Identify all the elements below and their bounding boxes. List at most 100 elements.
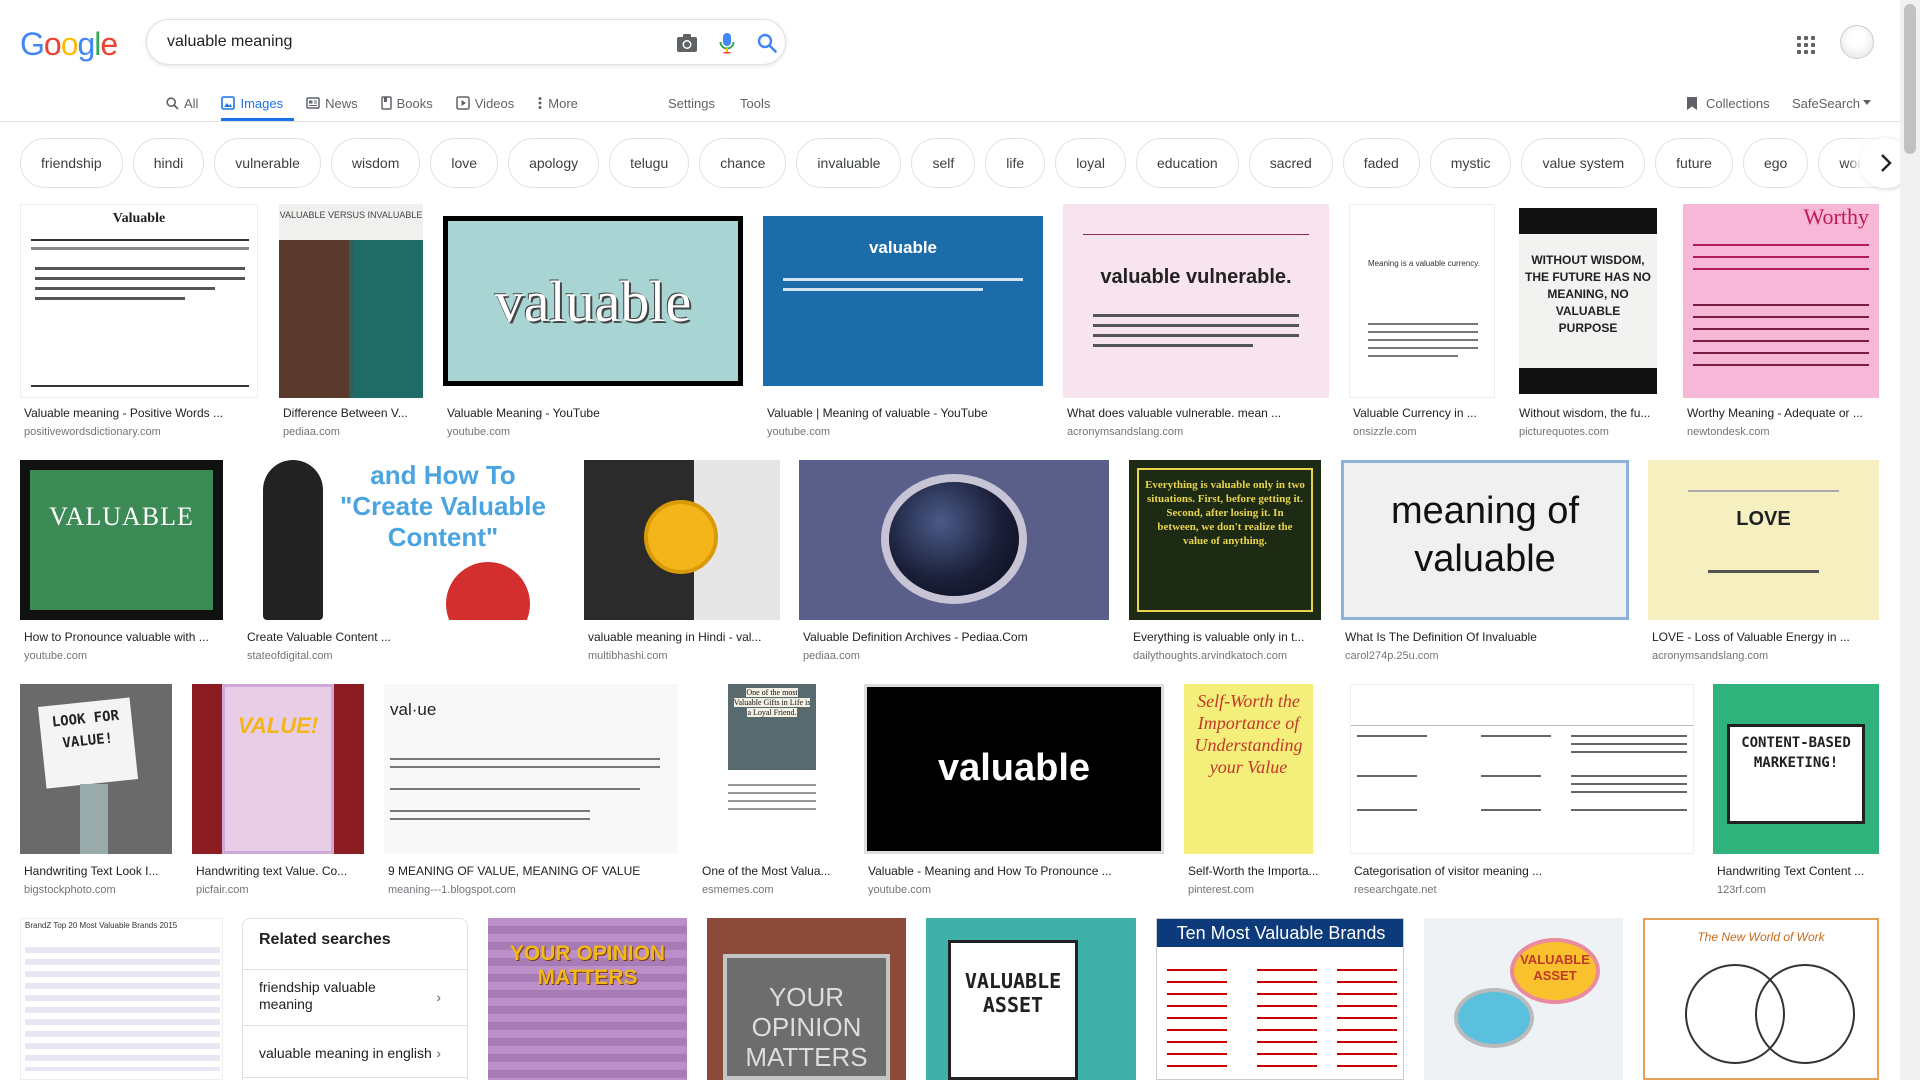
scrollbar-thumb[interactable] — [1904, 4, 1916, 154]
thumb-text: valuable — [868, 238, 938, 257]
image-result[interactable]: Meaning is a valuable currency. Valuable… — [1349, 204, 1495, 444]
thumb-text: Valuable — [112, 211, 166, 226]
image-result[interactable]: Categorisation of visitor meaning ... re… — [1350, 684, 1694, 898]
image-result[interactable]: Worthy Worthy Meaning - Adequate or ... … — [1683, 204, 1879, 444]
tab-images[interactable]: Images — [221, 88, 295, 121]
image-result[interactable]: valuable Valuable | Meaning of valuable … — [763, 204, 1043, 444]
image-result[interactable]: Valuable Valuable meaning - Positive Wor… — [20, 204, 258, 444]
chevron-right-icon: › — [436, 989, 441, 1005]
image-result[interactable]: meaning of valuable What Is The Definiti… — [1341, 460, 1629, 668]
result-source: youtube.com — [868, 884, 931, 896]
result-caption: Valuable Definition Archives - Pediaa.Co… — [803, 630, 1028, 644]
image-result[interactable]: YOUR OPINION MATTERS — [488, 918, 687, 1080]
result-source: dailythoughts.arvindkatoch.com — [1133, 650, 1288, 662]
image-result[interactable]: VALUABLE ASSET — [926, 918, 1136, 1080]
chip-chance[interactable]: chance — [699, 138, 787, 188]
image-result[interactable]: The New World of Work — [1643, 918, 1879, 1080]
image-result[interactable]: and How To "Create Valuable Content" Cre… — [243, 460, 564, 668]
chip-mystic[interactable]: mystic — [1429, 138, 1512, 188]
tab-books[interactable]: Books — [380, 88, 444, 118]
chip-future[interactable]: future — [1655, 138, 1733, 188]
chip-ego[interactable]: ego — [1742, 138, 1809, 188]
image-result[interactable]: Valuable Definition Archives - Pediaa.Co… — [799, 460, 1109, 668]
result-thumbnail: valuable — [864, 684, 1164, 854]
chip-telugu[interactable]: telugu — [609, 138, 690, 188]
result-thumbnail: One of the most Valuable Gifts in Life i… — [698, 684, 844, 854]
related-search-item[interactable]: valuable meaning in english › — [259, 1045, 455, 1061]
search-submit-icon[interactable] — [755, 31, 779, 55]
collections-link[interactable]: Collections — [1686, 88, 1770, 118]
search-input[interactable] — [167, 29, 627, 55]
account-avatar[interactable] — [1840, 25, 1874, 59]
result-caption: Handwriting Text Content ... — [1717, 864, 1865, 878]
camera-icon[interactable] — [675, 31, 699, 55]
thumb-text: CONTENT-BASED MARKETING! — [1741, 735, 1851, 771]
image-result[interactable]: CONTENT-BASED MARKETING! Handwriting Tex… — [1713, 684, 1879, 898]
safesearch-dropdown[interactable]: SafeSearch — [1792, 88, 1871, 118]
result-source: esmemes.com — [702, 884, 774, 896]
result-caption: Create Valuable Content ... — [247, 630, 391, 644]
image-result[interactable]: BrandZ Top 20 Most Valuable Brands 2015 — [20, 918, 223, 1080]
chip-wisdom[interactable]: wisdom — [330, 138, 421, 188]
chip-loyal[interactable]: loyal — [1055, 138, 1126, 188]
image-result[interactable]: WITHOUT WISDOM, THE FUTURE HAS NO MEANIN… — [1515, 204, 1661, 444]
image-result[interactable]: VALUABLE ASSET — [1424, 918, 1623, 1080]
image-result[interactable]: VALUABLE VERSUS INVALUABLE Difference Be… — [279, 204, 423, 444]
chip-invaluable[interactable]: invaluable — [796, 138, 902, 188]
result-thumbnail: BrandZ Top 20 Most Valuable Brands 2015 — [20, 918, 223, 1080]
tab-videos[interactable]: Videos — [456, 88, 526, 118]
result-source: youtube.com — [24, 650, 87, 662]
microphone-icon[interactable] — [715, 31, 739, 55]
result-thumbnail: CONTENT-BASED MARKETING! — [1713, 684, 1879, 854]
tab-all[interactable]: All — [166, 88, 209, 118]
image-result[interactable]: val·ue 9 MEANING OF VALUE, MEANING OF VA… — [384, 684, 678, 898]
chip-self[interactable]: self — [911, 138, 976, 188]
result-thumbnail: Ten Most Valuable Brands — [1156, 918, 1404, 1080]
chip-faded[interactable]: faded — [1342, 138, 1420, 188]
chip-friendship[interactable]: friendship — [20, 138, 123, 188]
image-result[interactable]: Everything is valuable only in two situa… — [1129, 460, 1321, 668]
result-caption: 9 MEANING OF VALUE, MEANING OF VALUE — [388, 864, 641, 878]
image-result[interactable]: valuable meaning in Hindi - val... multi… — [584, 460, 780, 668]
chip-life[interactable]: life — [985, 138, 1046, 188]
result-thumbnail: and How To "Create Valuable Content" — [243, 460, 564, 620]
video-icon — [456, 96, 470, 110]
settings-link[interactable]: Settings — [668, 88, 715, 118]
chip-hindi[interactable]: hindi — [132, 138, 205, 188]
chip-value-system[interactable]: value system — [1521, 138, 1646, 188]
chip-sacred[interactable]: sacred — [1248, 138, 1333, 188]
chip-apology[interactable]: apology — [508, 138, 600, 188]
page-scrollbar[interactable] — [1900, 0, 1920, 1080]
result-thumbnail: Self-Worth the Importance of Understandi… — [1184, 684, 1330, 854]
bookmark-icon — [1687, 96, 1697, 110]
search-box — [146, 19, 786, 65]
image-result[interactable]: YOUR OPINION MATTERS — [707, 918, 906, 1080]
image-result[interactable]: LOOK FOR VALUE! Handwriting Text Look I.… — [20, 684, 172, 898]
result-thumbnail: The New World of Work — [1643, 918, 1879, 1080]
thumb-text: val·ue — [390, 700, 437, 719]
apps-grid-icon[interactable] — [1794, 33, 1818, 57]
tab-news[interactable]: News — [306, 88, 369, 118]
chip-education[interactable]: education — [1135, 138, 1239, 188]
image-result[interactable]: Self-Worth the Importance of Understandi… — [1184, 684, 1330, 898]
tab-more[interactable]: More — [537, 88, 589, 118]
chip-love[interactable]: love — [430, 138, 499, 188]
google-logo[interactable]: Google — [20, 26, 118, 63]
image-result[interactable]: VALUE! Handwriting text Value. Co... pic… — [192, 684, 364, 898]
image-result[interactable]: valuable vulnerable. What does valuable … — [1063, 204, 1329, 444]
thumb-text: VALUE! — [237, 713, 319, 738]
image-result[interactable]: One of the most Valuable Gifts in Life i… — [698, 684, 844, 898]
image-result[interactable]: Ten Most Valuable Brands — [1156, 918, 1404, 1080]
image-result[interactable]: valuable Valuable Meaning - YouTube yout… — [443, 204, 743, 444]
chip-vulnerable[interactable]: vulnerable — [214, 138, 321, 188]
related-search-item[interactable]: friendship valuable meaning › — [259, 979, 455, 1013]
image-result[interactable]: VALUABLE How to Pronounce valuable with … — [20, 460, 223, 668]
thumb-text: YOUR OPINION MATTERS — [509, 942, 666, 989]
divider — [243, 1077, 467, 1078]
tab-label: All — [184, 95, 199, 111]
tools-link[interactable]: Tools — [740, 88, 770, 118]
result-thumbnail — [1350, 684, 1694, 854]
image-result[interactable]: LOVE LOVE - Loss of Valuable Energy in .… — [1648, 460, 1879, 668]
tab-label: News — [325, 95, 358, 111]
image-result[interactable]: valuable Valuable - Meaning and How To P… — [864, 684, 1164, 898]
